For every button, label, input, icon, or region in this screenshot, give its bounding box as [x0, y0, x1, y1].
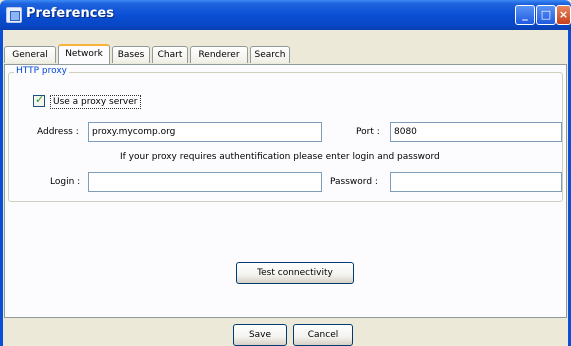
app-icon — [6, 7, 22, 23]
minimize-button[interactable]: _ — [515, 5, 535, 25]
http-proxy-group-title: HTTP proxy — [14, 66, 69, 76]
window-title: Preferences — [26, 6, 114, 21]
tab-search[interactable]: Search — [250, 46, 290, 63]
tab-renderer[interactable]: Renderer — [190, 46, 248, 63]
use-proxy-label[interactable]: Use a proxy server — [50, 95, 141, 109]
tab-bases[interactable]: Bases — [112, 46, 150, 63]
checkmark-icon: ✓ — [35, 93, 45, 106]
tab-general[interactable]: General — [4, 46, 56, 63]
title-bar[interactable]: Preferences _ □ × — [0, 0, 571, 30]
maximize-button[interactable]: □ — [536, 5, 556, 25]
cancel-button[interactable]: Cancel — [293, 324, 353, 346]
close-button[interactable]: × — [556, 5, 571, 25]
port-input[interactable] — [390, 122, 562, 142]
address-input[interactable] — [88, 122, 322, 142]
password-label: Password : — [330, 177, 378, 187]
auth-note: If your proxy requires authentification … — [120, 152, 440, 162]
address-label: Address : — [37, 127, 79, 137]
password-input[interactable] — [390, 172, 562, 192]
login-label: Login : — [50, 177, 81, 187]
test-connectivity-button[interactable]: Test connectivity — [236, 262, 354, 284]
window-frame-left — [0, 30, 3, 346]
tab-chart[interactable]: Chart — [152, 46, 188, 63]
save-button[interactable]: Save — [233, 324, 287, 346]
port-label: Port : — [356, 127, 380, 137]
login-input[interactable] — [88, 172, 322, 192]
tab-network[interactable]: Network — [58, 44, 110, 64]
use-proxy-checkbox[interactable]: ✓ — [33, 93, 45, 107]
